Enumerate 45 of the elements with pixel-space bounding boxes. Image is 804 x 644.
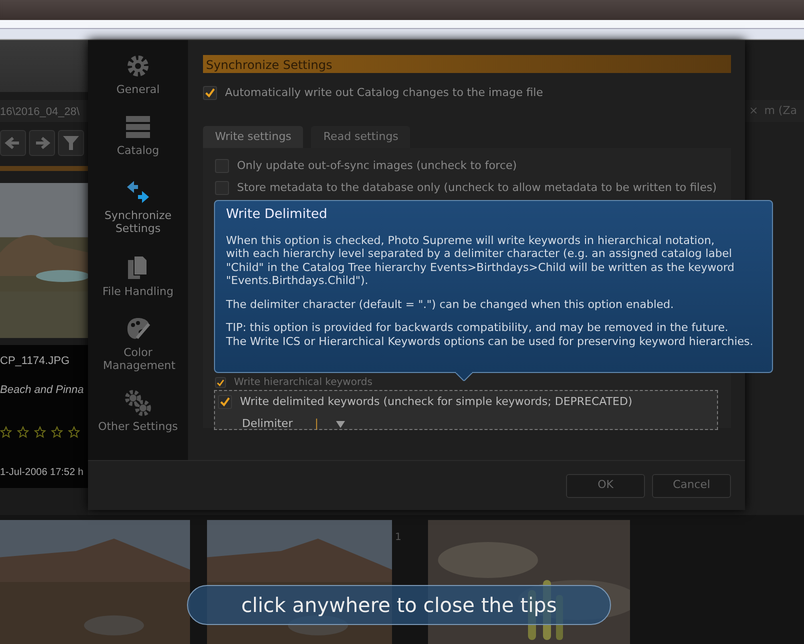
- star-icon: [0, 426, 12, 438]
- option-label: Automatically write out Catalog changes to the image file: [225, 85, 543, 101]
- delimiter-dropdown[interactable]: |: [314, 416, 346, 432]
- file-name: CP_1174.JPG: [0, 354, 71, 369]
- star-icon: [68, 426, 80, 438]
- checkbox[interactable]: [203, 86, 217, 100]
- photo-date: 1-Jul-2006 17:52 h: [0, 466, 84, 480]
- palette-icon: [125, 316, 151, 342]
- star-icon: [17, 426, 29, 438]
- nav-button[interactable]: [29, 130, 55, 156]
- tooltip-text: TIP: this option is provided for backwards compatibility, and may be removed in the future. The Write ICS or Hierarchical Keywords options can be used for preserving keyword hierarchies.: [226, 321, 754, 348]
- sidebar-item[interactable]: Synchronize Settings: [103, 179, 173, 235]
- checkbox[interactable]: [218, 394, 232, 409]
- section-header: Synchronize Settings: [203, 55, 731, 73]
- page-number: 1: [395, 531, 402, 545]
- sidebar-item[interactable]: Catalog: [116, 114, 160, 157]
- stack-icon: [125, 114, 151, 140]
- sidebar-item[interactable]: Color Management: [103, 316, 173, 372]
- tab[interactable]: Read settings: [311, 126, 410, 148]
- dialog-button[interactable]: Cancel: [652, 474, 731, 498]
- close-tips-banner[interactable]: click anywhere to close the tips: [187, 585, 611, 625]
- option-label: Only update out-of-sync images (uncheck to force): [237, 158, 517, 174]
- checkbox[interactable]: [215, 377, 226, 388]
- option-label: Write delimited keywords (uncheck for simple keywords; DEPRECATED): [240, 394, 632, 410]
- star-icon: [51, 426, 63, 438]
- star-icon: [34, 426, 46, 438]
- sync-arrows-icon: [125, 179, 151, 205]
- folder-path: 16\2016_04_28\: [0, 100, 88, 122]
- tooltip-text: When this option is checked, Photo Supreme will write keywords in hierarchical notation, with each hierarchy level separated by a delimiter character (e.g. an assigned catalog label "Child" in the Catalog Tree hierarchy Events>Birthdays>Child will be written as the keyword "Events.Birthdays.Child").: [226, 234, 736, 288]
- sidebar-item[interactable]: Other Settings: [98, 390, 178, 433]
- gears-icon: [124, 390, 151, 416]
- tab[interactable]: Write settings: [203, 126, 304, 148]
- option-label: Store metadata to the database only (uncheck to allow metadata to be written to files): [237, 180, 717, 196]
- tooltip-title: Write Delimited: [226, 207, 328, 223]
- sidebar-item[interactable]: File Handling: [102, 255, 174, 298]
- nav-button[interactable]: [58, 130, 84, 156]
- option-label: Write hierarchical keywords: [234, 376, 372, 388]
- settings-icon: [124, 53, 151, 79]
- caret-icon: [336, 420, 346, 428]
- tooltip-text: The delimiter character (default = ".") can be changed when this option enabled.: [226, 298, 675, 312]
- dialog-button[interactable]: OK: [566, 474, 645, 498]
- field-label: Delimiter: [242, 416, 293, 432]
- photo-caption: Beach and Pinna: [0, 382, 85, 398]
- nav-button[interactable]: [0, 130, 26, 156]
- sidebar-item[interactable]: General: [116, 53, 160, 96]
